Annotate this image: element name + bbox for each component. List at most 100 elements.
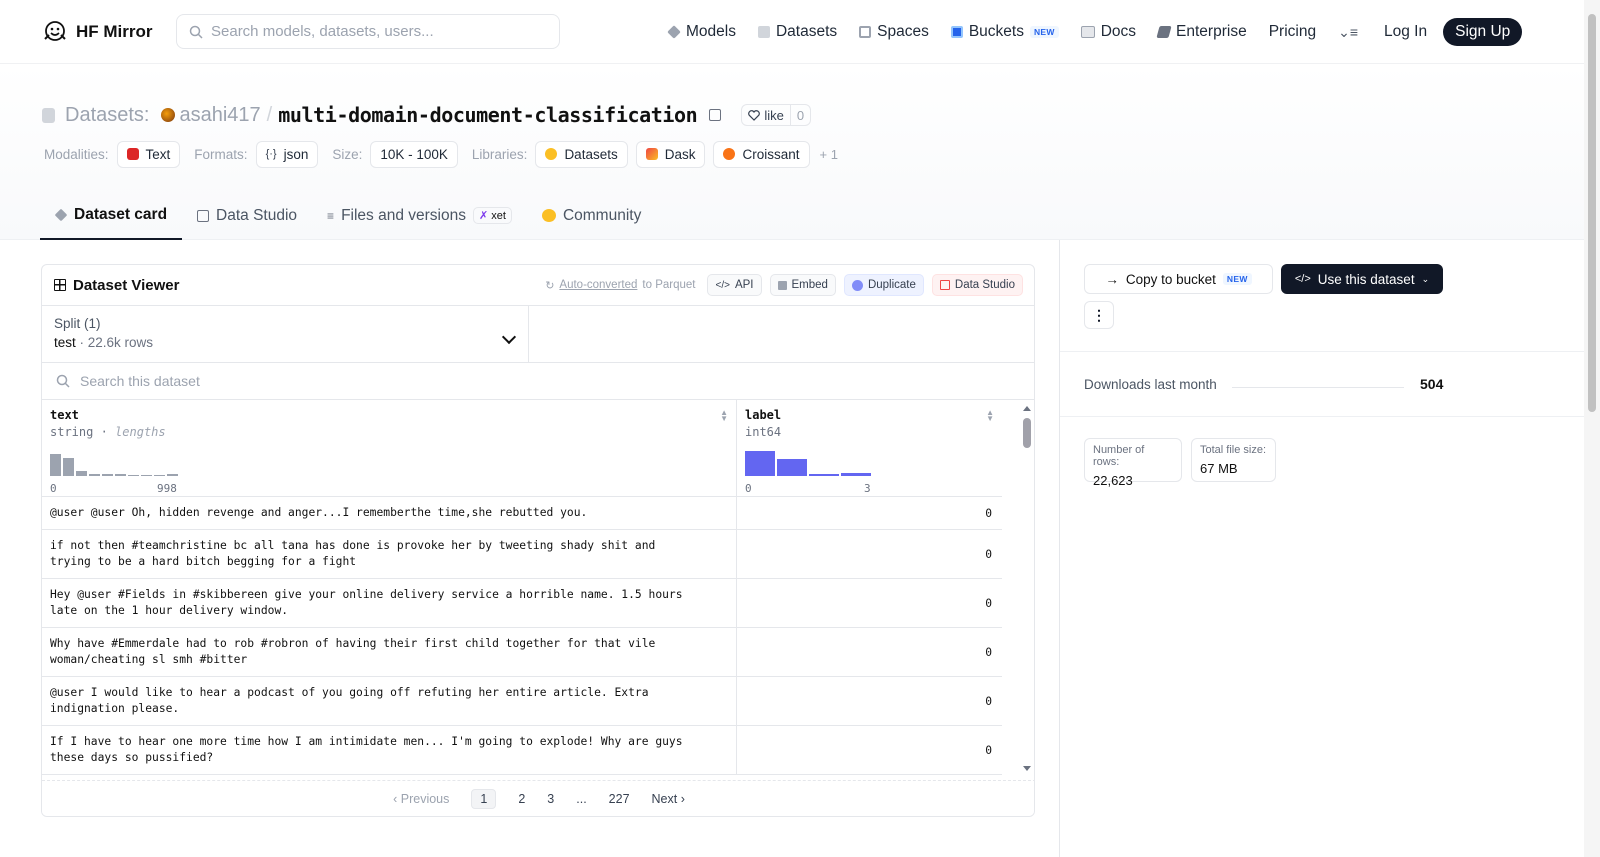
tab-community[interactable]: Community [527,192,656,239]
page-2-button[interactable]: 2 [518,792,525,806]
nav-enterprise[interactable]: Enterprise [1156,23,1247,41]
page-3-button[interactable]: 3 [547,792,554,806]
modality-chip[interactable]: Text [116,140,181,168]
sort-icon[interactable]: ▲ ▼ [720,409,728,423]
format-chip[interactable]: {·} json [255,140,319,168]
label-cell[interactable]: 0 [737,579,1002,627]
api-button[interactable]: </> API [707,274,762,296]
histogram-bar[interactable] [115,474,126,476]
column-header-label[interactable]: label int64 ▲ ▼ 0 3 [737,400,1002,497]
like-toggle[interactable]: like [742,105,791,125]
text-cell[interactable]: Hey @user #Fields in #skibbereen give yo… [42,579,737,627]
column-header-text[interactable]: text string · lengths ▲ ▼ 0 998 [42,400,737,497]
scroll-up-icon[interactable] [1023,406,1031,411]
size-chip[interactable]: 10K - 100K [370,140,458,168]
auto-converted-link[interactable]: Auto-converted [559,279,637,291]
table-row[interactable]: Why have #Emmerdale had to rob #robron o… [42,628,1002,677]
nav-models[interactable]: Models [667,23,736,41]
dataset-search[interactable] [42,363,1034,400]
global-search[interactable] [176,14,560,49]
page-last-button[interactable]: 227 [609,792,630,806]
histogram-bar[interactable] [745,451,775,476]
global-search-input[interactable] [211,23,541,40]
label-cell[interactable]: 0 [737,628,1002,676]
login-link[interactable]: Log In [1384,23,1427,41]
next-page-button[interactable]: Next › [652,792,685,806]
library-chip-croissant[interactable]: Croissant [713,140,810,168]
library-chip-dask[interactable]: Dask [635,140,706,168]
histogram-bar[interactable] [76,471,87,476]
grid-icon [54,279,66,291]
auto-converted-rest: to Parquet [642,279,696,291]
histogram-bar[interactable] [128,475,139,476]
text-cell[interactable]: @user @user Oh, hidden revenge and anger… [42,497,737,529]
histogram-bar[interactable] [63,458,74,476]
duplicate-button[interactable]: Duplicate [843,274,924,296]
page-ellipsis: ... [576,791,587,806]
stat-rows-label: Number of rows: [1093,444,1145,468]
histogram-bar[interactable] [841,473,871,476]
histogram-bar[interactable] [89,474,100,476]
more-options-button[interactable]: ⋮ [1084,301,1114,329]
chevron-down-icon: ⌄ [1421,273,1430,284]
nav-docs[interactable]: Docs [1080,23,1136,41]
table-row[interactable]: If I have to hear one more time how I am… [42,726,1002,775]
docs-icon [1080,26,1095,38]
croissant-icon [723,148,736,160]
nav-datasets[interactable]: Datasets [757,23,837,41]
text-cell[interactable]: if not then #teamchristine bc all tana h… [42,530,737,578]
label-histogram [745,446,871,476]
prev-page-button[interactable]: ‹ Previous [393,792,449,806]
section-label[interactable]: Datasets: [65,104,149,127]
dataset-search-input[interactable] [80,373,680,389]
data-studio-button[interactable]: Data Studio [931,274,1023,296]
label-cell[interactable]: 0 [737,677,1002,725]
repo-name[interactable]: multi-domain-document-classification [278,103,697,127]
label-cell[interactable]: 0 [737,726,1002,774]
histogram-bar[interactable] [102,474,113,476]
tab-files[interactable]: ≡ Files and versions ✗ xet [312,192,527,239]
histogram-bar[interactable] [809,474,839,476]
nav-spaces[interactable]: Spaces [859,23,929,41]
label-cell[interactable]: 0 [737,530,1002,578]
histogram-bar[interactable] [154,475,165,476]
copy-to-bucket-button[interactable]: → Copy to bucket NEW [1084,264,1273,294]
library-chip-datasets[interactable]: Datasets [535,140,628,168]
histogram-bar[interactable] [141,475,152,476]
owner-link[interactable]: asahi417 [161,104,261,127]
brand-logo[interactable]: HF Mirror [42,19,153,45]
text-cell[interactable]: Why have #Emmerdale had to rob #robron o… [42,628,737,676]
use-this-dataset-button[interactable]: </> Use this dataset ⌄ [1281,264,1443,294]
text-modality-icon [126,148,139,160]
nav-buckets-label: Buckets [968,23,1024,40]
text-cell[interactable]: @user I would like to hear a podcast of … [42,677,737,725]
embed-button[interactable]: Embed [769,274,836,296]
histogram-bar[interactable] [777,459,807,476]
histogram-bar[interactable] [50,454,61,476]
tab-data-studio[interactable]: Data Studio [182,192,312,239]
nav-buckets[interactable]: Buckets NEW [950,23,1059,41]
table-scrollbar[interactable] [1020,400,1034,777]
tab-dataset-card[interactable]: Dataset card [40,192,183,240]
scroll-thumb[interactable] [1023,418,1031,448]
sidebar-divider [1059,240,1060,857]
page-scroll-thumb[interactable] [1588,14,1596,412]
table-row[interactable]: if not then #teamchristine bc all tana h… [42,530,1002,579]
table-row[interactable]: @user @user Oh, hidden revenge and anger… [42,497,1002,530]
label-cell[interactable]: 0 [737,497,1002,529]
like-button[interactable]: like 0 [741,104,812,126]
more-libraries[interactable]: + 1 [820,147,838,162]
page-1-button[interactable]: 1 [471,788,497,809]
copy-icon[interactable] [709,109,722,121]
table-row[interactable]: Hey @user #Fields in #skibbereen give yo… [42,579,1002,628]
sort-icon[interactable]: ▲ ▼ [986,409,994,423]
more-menu-icon[interactable]: ⌄≡ [1338,24,1358,41]
histogram-bar[interactable] [167,474,178,476]
scroll-down-icon[interactable] [1023,766,1031,771]
table-row[interactable]: @user I would like to hear a podcast of … [42,677,1002,726]
signup-button[interactable]: Sign Up [1443,18,1523,46]
page-scrollbar[interactable] [1584,0,1600,857]
text-cell[interactable]: If I have to hear one more time how I am… [42,726,737,774]
nav-pricing[interactable]: Pricing [1269,23,1316,41]
split-selector[interactable]: Split (1) test · 22.6k rows [42,306,529,362]
